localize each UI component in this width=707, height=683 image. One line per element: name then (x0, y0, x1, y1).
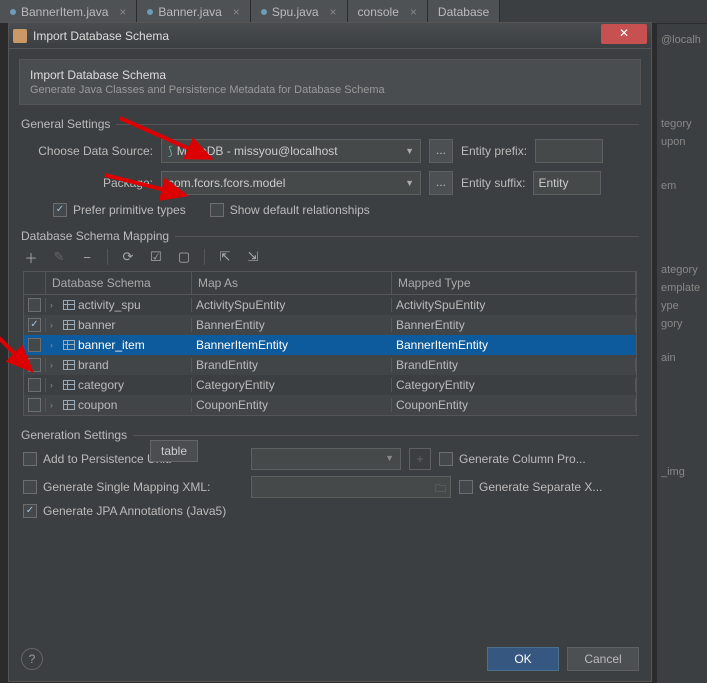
dialog-title: Import Database Schema (33, 29, 601, 43)
row-checkbox[interactable] (28, 338, 41, 352)
dialog-banner: Import Database Schema Generate Java Cla… (19, 59, 641, 105)
row-checkbox[interactable] (28, 378, 41, 392)
table-icon (63, 380, 75, 390)
section-general: General Settings (21, 117, 639, 131)
editor-tabs: BannerItem.java× Banner.java× Spu.java× … (0, 0, 707, 24)
suffix-input[interactable]: Entity (533, 171, 601, 195)
datasource-combo[interactable]: ⟆ MariaDB - missyou@localhost▼ (161, 139, 421, 163)
table-row[interactable]: ›bannerBannerEntityBannerEntity (24, 315, 636, 335)
mapping-toolbar: ＋ ✎ − ⟳ ☑ ▢ ⇱ ⇲ (23, 249, 637, 265)
refresh-icon[interactable]: ⟳ (120, 249, 136, 265)
table-row[interactable]: ›banner_itemBannerItemEntityBannerItemEn… (24, 335, 636, 355)
expand-icon[interactable]: › (50, 320, 60, 330)
table-icon (63, 340, 75, 350)
pu-combo[interactable]: ▼ (251, 448, 401, 470)
expand-icon[interactable]: › (50, 400, 60, 410)
col-schema[interactable]: Database Schema (46, 272, 192, 294)
uncheck-all-icon[interactable]: ▢ (176, 249, 192, 265)
banner-title: Import Database Schema (30, 68, 630, 82)
tab-item[interactable]: Database (428, 0, 500, 23)
col-mapped[interactable]: Mapped Type (392, 272, 636, 294)
package-combo[interactable]: com.fcors.fcors.model▼ (161, 171, 421, 195)
prefix-label: Entity prefix: (461, 144, 527, 158)
suffix-label: Entity suffix: (461, 176, 525, 190)
expand-icon[interactable]: › (50, 300, 60, 310)
gen-single-check[interactable]: Generate Single Mapping XML: (23, 480, 243, 494)
schema-table: Database Schema Map As Mapped Type ›acti… (23, 271, 637, 416)
edit-icon[interactable]: ✎ (51, 249, 67, 265)
expand-icon[interactable]: › (50, 360, 60, 370)
cancel-button[interactable]: Cancel (567, 647, 639, 671)
col-mapas[interactable]: Map As (192, 272, 392, 294)
show-default-rel-check[interactable]: Show default relationships (210, 203, 370, 217)
expand-icon[interactable]: › (50, 380, 60, 390)
add-pu-check[interactable]: Add to Persistence Unit: (23, 452, 243, 466)
row-checkbox[interactable] (28, 358, 41, 372)
package-browse-button[interactable]: ... (429, 171, 453, 195)
table-row[interactable]: ›categoryCategoryEntityCategoryEntity (24, 375, 636, 395)
row-checkbox[interactable] (28, 298, 41, 312)
collapse-icon[interactable]: ⇲ (245, 249, 261, 265)
checkbox-icon (210, 203, 224, 217)
table-row[interactable]: ›couponCouponEntityCouponEntity (24, 395, 636, 415)
table-row[interactable]: ›activity_spuActivitySpuEntityActivitySp… (24, 295, 636, 315)
background-sidebar: @localh tegoryupon em ategoryemplateypeg… (657, 24, 707, 683)
table-header: Database Schema Map As Mapped Type (24, 272, 636, 295)
dialog-icon (13, 29, 27, 43)
check-all-icon[interactable]: ☑ (148, 249, 164, 265)
datasource-label: Choose Data Source: (23, 144, 153, 158)
table-row[interactable]: ›brandBrandEntityBrandEntity (24, 355, 636, 375)
tooltip: table (150, 440, 198, 462)
row-checkbox[interactable] (28, 318, 41, 332)
tab-item[interactable]: Spu.java× (251, 0, 348, 23)
add-pu-button[interactable]: + (409, 448, 431, 470)
gen-jpa-check[interactable]: Generate JPA Annotations (Java5) (23, 504, 243, 518)
section-mapping: Database Schema Mapping (21, 229, 639, 243)
package-label: Package: (23, 176, 153, 190)
section-generation: Generation Settings (21, 428, 639, 442)
table-icon (63, 400, 75, 410)
table-icon (63, 300, 75, 310)
tab-item[interactable]: BannerItem.java× (0, 0, 137, 23)
close-button[interactable]: ✕ (601, 24, 647, 44)
prefer-primitive-check[interactable]: Prefer primitive types (53, 203, 186, 217)
xml-path-input[interactable]: 🗀 (251, 476, 451, 498)
gen-sep-check[interactable]: Generate Separate X... (459, 480, 602, 494)
prefix-input[interactable] (535, 139, 603, 163)
gen-col-check[interactable]: Generate Column Pro... (439, 452, 586, 466)
import-schema-dialog: Import Database Schema ✕ Import Database… (8, 22, 652, 682)
ok-button[interactable]: OK (487, 647, 559, 671)
banner-subtitle: Generate Java Classes and Persistence Me… (30, 84, 630, 96)
expand-icon[interactable]: ⇱ (217, 249, 233, 265)
dialog-titlebar[interactable]: Import Database Schema ✕ (9, 23, 651, 49)
row-checkbox[interactable] (28, 398, 41, 412)
add-icon[interactable]: ＋ (23, 249, 39, 265)
remove-icon[interactable]: − (79, 249, 95, 265)
help-button[interactable]: ? (21, 648, 43, 670)
tab-item[interactable]: Banner.java× (137, 0, 250, 23)
checkbox-icon (53, 203, 67, 217)
folder-icon[interactable]: 🗀 (435, 480, 446, 499)
datasource-browse-button[interactable]: ... (429, 139, 453, 163)
table-icon (63, 320, 75, 330)
table-icon (63, 360, 75, 370)
tab-item[interactable]: console× (348, 0, 428, 23)
expand-icon[interactable]: › (50, 340, 60, 350)
